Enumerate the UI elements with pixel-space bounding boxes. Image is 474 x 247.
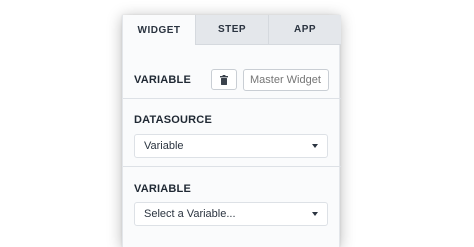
variable-select-section: VARIABLE Select a Variable...	[123, 167, 341, 247]
trash-icon	[220, 74, 228, 85]
variable-name-row: VARIABLE	[123, 45, 341, 99]
datasource-label: DATASOURCE	[134, 114, 212, 126]
widget-config-panel: WIDGET STEP APP VARIABLE DATASOURCE Vari…	[122, 15, 341, 247]
tab-widget[interactable]: WIDGET	[123, 15, 196, 45]
datasource-select[interactable]: Variable	[134, 134, 328, 158]
tab-bar: WIDGET STEP APP	[123, 15, 341, 45]
variable-label: VARIABLE	[134, 74, 192, 86]
variable-select[interactable]: Select a Variable...	[134, 202, 328, 226]
datasource-selected-value: Variable	[144, 140, 184, 152]
chevron-down-icon	[312, 212, 318, 216]
chevron-down-icon	[312, 144, 318, 148]
variable-selected-value: Select a Variable...	[144, 208, 236, 220]
tab-app[interactable]: APP	[268, 15, 341, 44]
datasource-section: DATASOURCE Variable	[123, 99, 341, 167]
widget-name-input[interactable]	[243, 69, 329, 91]
delete-variable-button[interactable]	[211, 69, 237, 90]
variable-select-label: VARIABLE	[134, 183, 192, 195]
tab-step[interactable]: STEP	[196, 15, 268, 44]
